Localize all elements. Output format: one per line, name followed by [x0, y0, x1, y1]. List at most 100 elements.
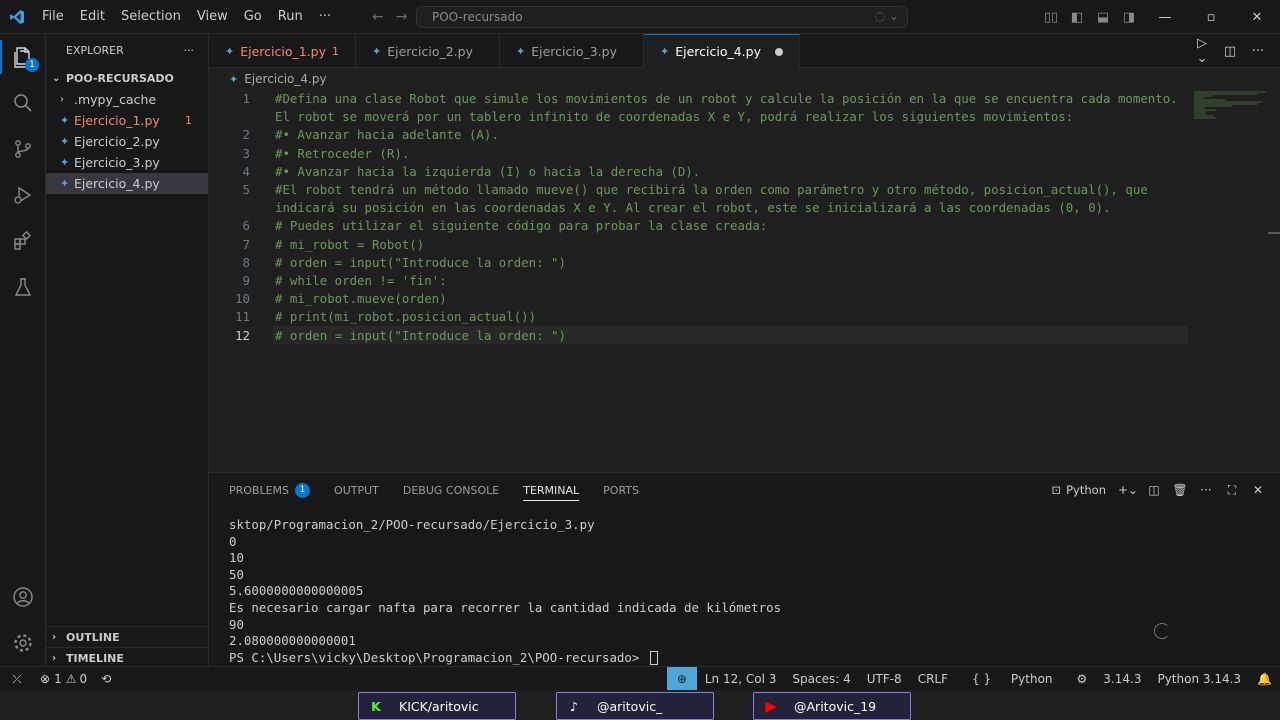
code-line: El robot se moverá por un tablero infini… [209, 108, 1189, 126]
tab-ports[interactable]: PORTS [603, 473, 639, 507]
line-ending[interactable]: CRLF [910, 667, 956, 691]
toggle-secondary-sidebar-icon[interactable]: ◨ [1116, 0, 1142, 34]
file-item-ejercicio-4[interactable]: ✦ Ejercicio_4.py [46, 173, 208, 194]
trash-icon[interactable]: 🗑 [1170, 483, 1190, 497]
language-mode[interactable]: { } Python [956, 667, 1069, 691]
menu-go[interactable]: Go [236, 0, 270, 34]
layout-customize-icon[interactable]: ▯▯ [1038, 0, 1064, 34]
problem-count: 1 [185, 114, 192, 127]
outline-section[interactable]: › OUTLINE [46, 626, 209, 647]
python-file-icon: ✦ [229, 72, 239, 86]
indentation[interactable]: Spaces: 4 [784, 667, 858, 691]
workspace-folder[interactable]: ⌄ POO-RECURSADO [46, 67, 208, 89]
back-arrow-icon[interactable]: ← [372, 9, 384, 25]
error-icon[interactable]: ⊗ [34, 672, 54, 686]
tab-ejercicio-3[interactable]: ✦ Ejercicio_3.py [500, 34, 644, 68]
code-editor[interactable]: 1 #Defina una clase Robot que simule los … [209, 90, 1280, 472]
file-item-ejercicio-1[interactable]: ✦ Ejercicio_1.py 1 [46, 110, 208, 131]
youtube-chip: ▶ @Aritovic_19 [753, 692, 911, 720]
tab-label: Ejercicio_2.py [387, 43, 473, 59]
toggle-sidebar-icon[interactable]: ◧ [1064, 0, 1090, 34]
tab-output[interactable]: OUTPUT [334, 473, 379, 507]
warning-count[interactable]: 0 [79, 672, 87, 686]
accounts-activity[interactable] [0, 574, 46, 620]
toggle-panel-icon[interactable]: ⬓ [1090, 0, 1116, 34]
forward-arrow-icon[interactable]: → [396, 9, 408, 25]
tab-ejercicio-2[interactable]: ✦ Ejercicio_2.py [356, 34, 500, 68]
warning-icon[interactable]: ⚠ [62, 672, 80, 686]
close-window-button[interactable]: ✕ [1234, 0, 1280, 34]
menu-more[interactable]: ··· [311, 0, 339, 34]
command-center-search[interactable]: POO-recursado ◌ ⌄ [416, 6, 908, 28]
extensions-activity[interactable] [0, 218, 46, 264]
code-line: 5 #El robot tendrá un método llamado muev… [209, 181, 1189, 199]
terminal-selector[interactable]: ⊡ Python [1051, 483, 1106, 497]
file-item-mypy-cache[interactable]: › .mypy_cache [46, 89, 208, 110]
encoding[interactable]: UTF-8 [859, 667, 910, 691]
account-icon [13, 587, 33, 607]
manage-activity[interactable] [0, 620, 46, 666]
outline-label: OUTLINE [66, 630, 120, 644]
status-bar: ⤫ ⊗ 1 ⚠ 0 ⟲ ⊕ Ln 12, Col 3 Spaces: 4 UTF… [0, 666, 1280, 691]
unsaved-dot-icon[interactable] [775, 47, 783, 56]
terminal-line: 90 [229, 616, 244, 632]
file-item-ejercicio-3[interactable]: ✦ Ejercicio_3.py [46, 152, 208, 173]
cursor-position[interactable]: Ln 12, Col 3 [697, 667, 785, 691]
breadcrumb-file[interactable]: Ejercicio_4.py [244, 72, 326, 86]
error-count[interactable]: 1 [54, 672, 62, 686]
run-python-icon[interactable]: ▷ ⌄ [1190, 36, 1214, 66]
file-item-ejercicio-2[interactable]: ✦ Ejercicio_2.py [46, 131, 208, 152]
source-control-activity[interactable] [0, 126, 46, 172]
restore-button[interactable]: ▫ [1188, 0, 1234, 34]
timeline-section[interactable]: › TIMELINE [46, 647, 209, 668]
tab-problems[interactable]: PROBLEMS 1 [229, 473, 311, 507]
editor-actions: ▷ ⌄ ◫ ··· [1190, 34, 1280, 68]
tab-ejercicio-4[interactable]: ✦ Ejercicio_4.py [644, 34, 800, 68]
split-terminal-icon[interactable]: ◫ [1144, 483, 1164, 497]
explorer-badge: 1 [25, 58, 39, 72]
zoom-icon[interactable]: ⊕ [666, 667, 697, 691]
debug-ports-icon[interactable]: ⟲ [87, 672, 111, 686]
minimap[interactable] [1192, 90, 1268, 120]
menu-edit[interactable]: Edit [72, 0, 113, 34]
more-actions-icon[interactable]: ··· [1246, 44, 1270, 59]
more-actions-icon[interactable]: ··· [1196, 483, 1216, 497]
notifications-icon[interactable]: 🔔 [1249, 667, 1280, 691]
kick-chip: K KICK/aritovic [358, 692, 516, 720]
search-activity[interactable] [0, 80, 46, 126]
menu-selection[interactable]: Selection [113, 0, 189, 34]
testing-activity[interactable] [0, 264, 46, 310]
python-file-icon: ✦ [660, 45, 670, 58]
python-version[interactable]: 3.14.3 [1095, 667, 1149, 691]
terminal-line: 0 [229, 533, 237, 549]
tab-terminal[interactable]: TERMINAL [523, 473, 579, 507]
youtube-logo-icon: ▶ [765, 697, 777, 715]
copilot-icon[interactable]: ◌ ⌄ [875, 9, 899, 23]
menu-view[interactable]: View [189, 0, 236, 34]
code-text: #Defina una clase Robot que simule los m… [275, 91, 1178, 106]
close-panel-icon[interactable]: ✕ [1248, 483, 1268, 497]
flask-icon [14, 278, 32, 296]
tab-debug-console[interactable]: DEBUG CONSOLE [403, 473, 499, 507]
menu-run[interactable]: Run [270, 0, 311, 34]
new-terminal-icon[interactable]: +⌄ [1118, 483, 1138, 497]
explorer-activity[interactable]: 1 [0, 34, 46, 80]
youtube-handle: @Aritovic_19 [794, 698, 877, 714]
run-debug-activity[interactable] [0, 172, 46, 218]
explorer-header: EXPLORER ··· [46, 34, 208, 66]
minimize-button[interactable]: — [1142, 0, 1188, 34]
menu-file[interactable]: File [34, 0, 72, 34]
code-text: #El robot tendrá un método llamado mueve… [275, 182, 1148, 197]
search-icon [14, 94, 32, 112]
explorer-title: EXPLORER [66, 43, 124, 57]
tab-ejercicio-1[interactable]: ✦ Ejercicio_1.py 1 [209, 34, 356, 68]
python-interpreter[interactable]: Python 3.14.3 [1149, 667, 1249, 691]
python-env-icon[interactable]: ⚙ [1069, 667, 1096, 691]
workspace-folder-label: POO-RECURSADO [66, 71, 174, 85]
remote-icon[interactable]: ⤫ [0, 667, 34, 691]
maximize-panel-icon[interactable]: ⛶ [1222, 483, 1242, 498]
split-editor-icon[interactable]: ◫ [1218, 44, 1242, 59]
terminal-name: Python [1066, 483, 1106, 497]
more-actions-icon[interactable]: ··· [184, 44, 195, 57]
terminal-output[interactable]: sktop/Programacion_2/POO-recursado/Ejerc… [229, 517, 781, 666]
